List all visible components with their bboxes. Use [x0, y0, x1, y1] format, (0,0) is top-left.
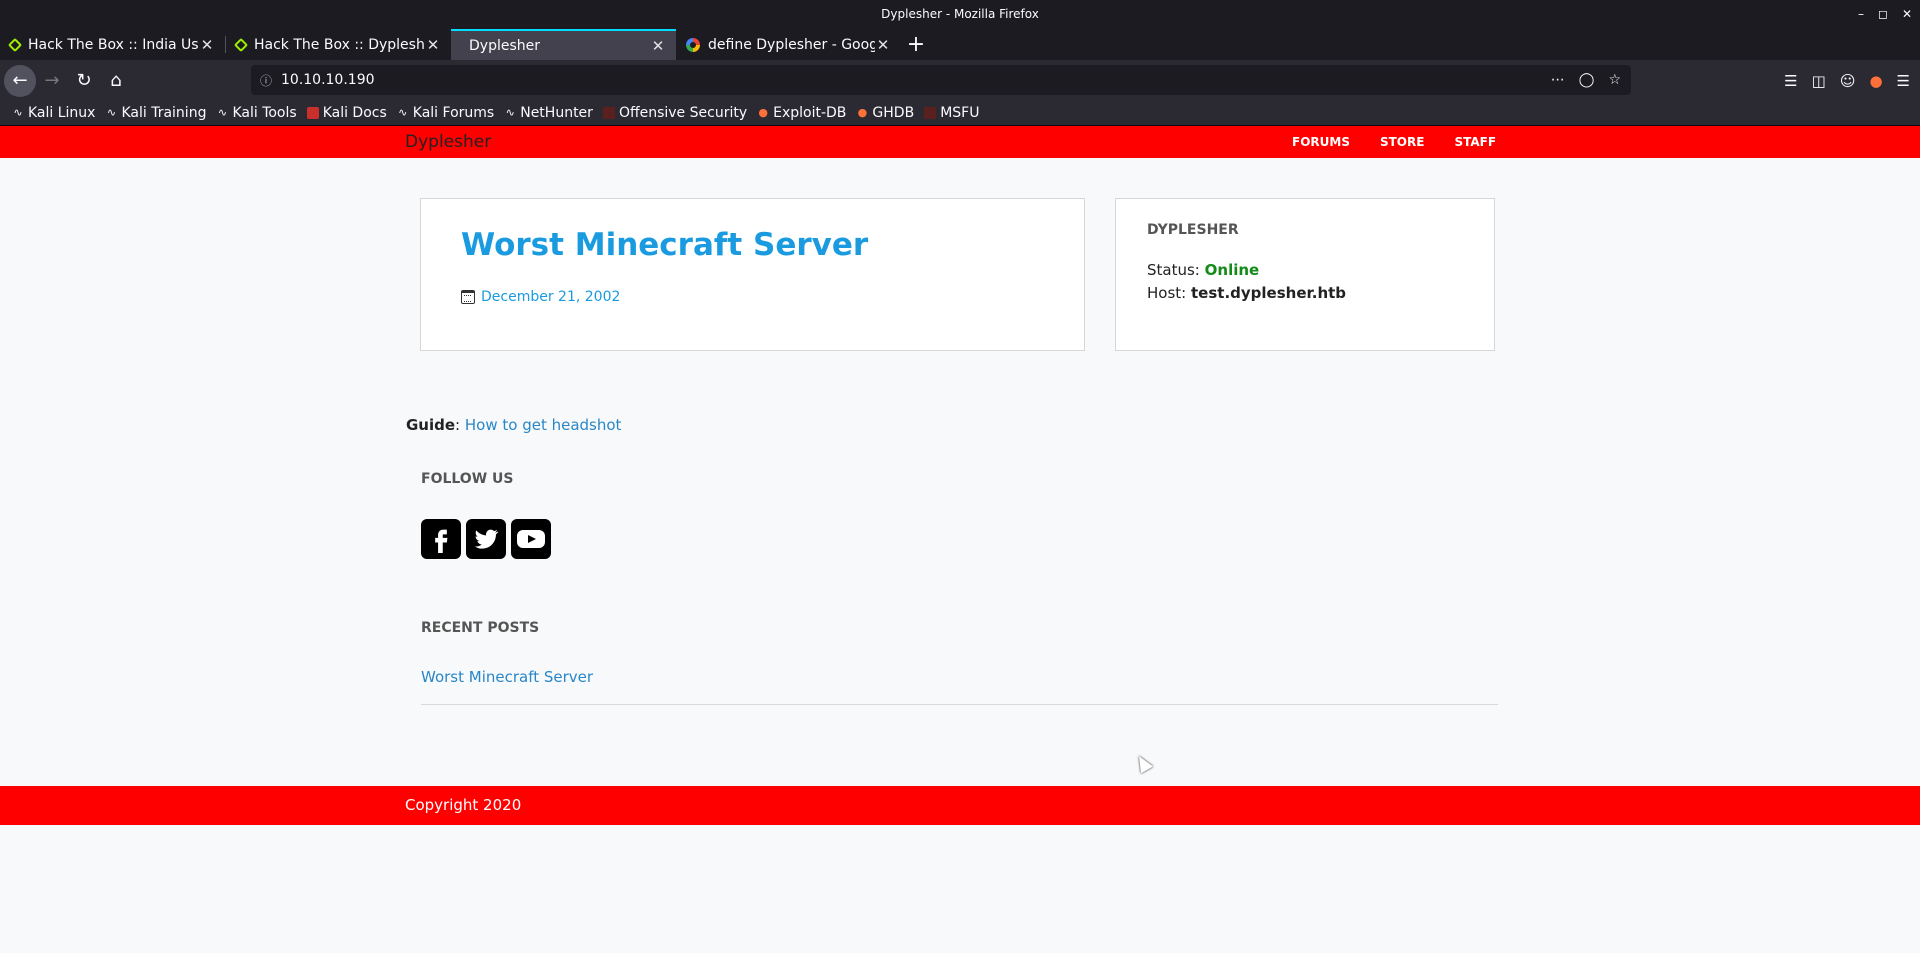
htb-icon	[233, 37, 249, 52]
close-tab-icon[interactable]: ✕	[425, 36, 441, 54]
guide-line: Guide: How to get headshot	[406, 416, 622, 434]
site-info-icon[interactable]: ⓘ	[251, 72, 281, 89]
divider	[421, 704, 1498, 705]
extension-icon[interactable]: ●	[1869, 72, 1882, 90]
bookmark-star-icon[interactable]: ☆	[1608, 72, 1621, 88]
bookmark-kali-docs[interactable]: Kali Docs	[306, 105, 387, 121]
host-value: test.dyplesher.htb	[1191, 284, 1347, 302]
minimize-icon[interactable]: –	[1858, 0, 1864, 29]
url-text[interactable]: 10.10.10.190	[281, 72, 1551, 88]
page-viewport: Dyplesher FORUMS STORE STAFF Worst Minec…	[0, 126, 1920, 953]
tab-dyplesher[interactable]: Dyplesher ✕	[451, 29, 676, 60]
menu-icon[interactable]: ☰	[1897, 72, 1910, 90]
tab-strip: Hack The Box :: India Use ✕ Hack The Box…	[0, 29, 1920, 60]
host-line: Host: test.dyplesher.htb	[1147, 284, 1347, 302]
site-brand[interactable]: Dyplesher	[405, 126, 491, 158]
post-date: December 21, 2002	[461, 289, 620, 305]
kali-dragon-icon: ∿	[217, 106, 228, 119]
bookmark-kali-forums[interactable]: ∿ Kali Forums	[397, 105, 494, 121]
kali-dragon-icon: ∿	[106, 106, 117, 119]
nav-store-link[interactable]: STORE	[1380, 126, 1424, 158]
guide-label: Guide	[406, 416, 456, 434]
youtube-icon[interactable]	[511, 519, 551, 559]
bookmark-nethunter[interactable]: ∿ NetHunter	[504, 105, 593, 121]
tab-title: define Dyplesher - Googl	[708, 36, 875, 53]
library-icon[interactable]: ☰	[1784, 72, 1797, 90]
site-nav: FORUMS STORE STAFF	[1292, 126, 1496, 158]
bookmark-msfu[interactable]: MSFU	[924, 105, 979, 121]
close-tab-icon[interactable]: ✕	[875, 36, 891, 54]
page-actions-icon[interactable]: ⋯	[1551, 72, 1565, 88]
site-footer: Copyright 2020	[0, 786, 1920, 825]
reload-button[interactable]: ↻	[68, 65, 100, 97]
recent-post-link[interactable]: Worst Minecraft Server	[421, 668, 593, 686]
tab-htb-dyplesher[interactable]: Hack The Box :: Dyplesher ✕	[226, 29, 451, 60]
kali-dragon-icon: ∿	[398, 106, 408, 119]
home-button[interactable]: ⌂	[100, 65, 132, 97]
tab-htb-india[interactable]: Hack The Box :: India Use ✕	[0, 29, 225, 60]
nethunter-icon: ∿	[505, 106, 515, 119]
tab-google-define[interactable]: define Dyplesher - Googl ✕	[676, 29, 901, 60]
recent-posts-heading: RECENT POSTS	[421, 620, 540, 636]
guide-link[interactable]: How to get headshot	[465, 416, 622, 434]
new-tab-button[interactable]: +	[901, 29, 931, 60]
account-icon[interactable]: ☺	[1840, 72, 1856, 90]
sidebar-icon[interactable]: ◫	[1812, 72, 1826, 90]
address-bar[interactable]: ⓘ 10.10.10.190 ⋯ ◯ ☆	[251, 65, 1631, 95]
maximize-icon[interactable]: ◻	[1878, 0, 1888, 29]
social-icons	[421, 519, 551, 559]
tab-title: Dyplesher	[469, 37, 540, 54]
status-heading: DYPLESHER	[1147, 222, 1239, 238]
close-tab-icon[interactable]: ✕	[650, 37, 666, 55]
follow-heading: FOLLOW US	[421, 471, 514, 487]
offsec-icon	[602, 107, 615, 119]
close-tab-icon[interactable]: ✕	[199, 36, 215, 54]
exploitdb-icon: ●	[758, 106, 768, 119]
bookmarks-toolbar: ∿ Kali Linux ∿ Kali Training ∿ Kali Tools K…	[0, 101, 1920, 126]
htb-icon	[7, 37, 23, 52]
bookmark-ghdb[interactable]: ● GHDB	[856, 105, 915, 121]
status-value: Online	[1204, 261, 1260, 279]
post-title[interactable]: Worst Minecraft Server	[461, 227, 868, 263]
kali-dragon-icon: ∿	[13, 106, 23, 119]
calendar-icon	[461, 290, 475, 304]
site-header: Dyplesher FORUMS STORE STAFF	[0, 126, 1920, 158]
window-titlebar: Dyplesher - Mozilla Firefox – ◻ ✕	[0, 0, 1920, 29]
tab-title: Hack The Box :: Dyplesher	[254, 36, 425, 53]
twitter-icon[interactable]	[466, 519, 506, 559]
forward-button[interactable]: →	[36, 65, 68, 97]
copyright-text: Copyright 2020	[405, 796, 522, 814]
post-card: Worst Minecraft Server December 21, 2002	[420, 198, 1085, 351]
mouse-cursor	[1132, 752, 1154, 774]
post-date-link[interactable]: December 21, 2002	[481, 289, 620, 305]
facebook-icon[interactable]	[421, 519, 461, 559]
google-icon	[686, 37, 700, 52]
kali-docs-icon	[306, 107, 319, 119]
bookmark-exploit-db[interactable]: ● Exploit-DB	[757, 105, 846, 121]
status-line: Status: Online	[1147, 261, 1260, 279]
window-title: Dyplesher - Mozilla Firefox	[881, 7, 1039, 21]
bookmark-kali-linux[interactable]: ∿ Kali Linux	[12, 105, 95, 121]
close-window-icon[interactable]: ✕	[1902, 0, 1912, 29]
bookmark-kali-tools[interactable]: ∿ Kali Tools	[216, 105, 297, 121]
navigation-toolbar: ← → ↻ ⌂ ⓘ 10.10.10.190 ⋯ ◯ ☆ ☰ ◫ ☺ ● ☰	[0, 60, 1920, 101]
nav-staff-link[interactable]: STAFF	[1454, 126, 1496, 158]
pocket-icon[interactable]: ◯	[1579, 72, 1595, 88]
nav-forums-link[interactable]: FORUMS	[1292, 126, 1350, 158]
ghdb-icon: ●	[857, 106, 868, 119]
bookmark-offensive-security[interactable]: Offensive Security	[602, 105, 747, 121]
bookmark-kali-training[interactable]: ∿ Kali Training	[105, 105, 207, 121]
back-button[interactable]: ←	[4, 64, 36, 97]
msfu-icon	[924, 107, 937, 119]
tab-title: Hack The Box :: India Use	[28, 36, 199, 53]
server-status-card: DYPLESHER Status: Online Host: test.dypl…	[1115, 198, 1495, 351]
